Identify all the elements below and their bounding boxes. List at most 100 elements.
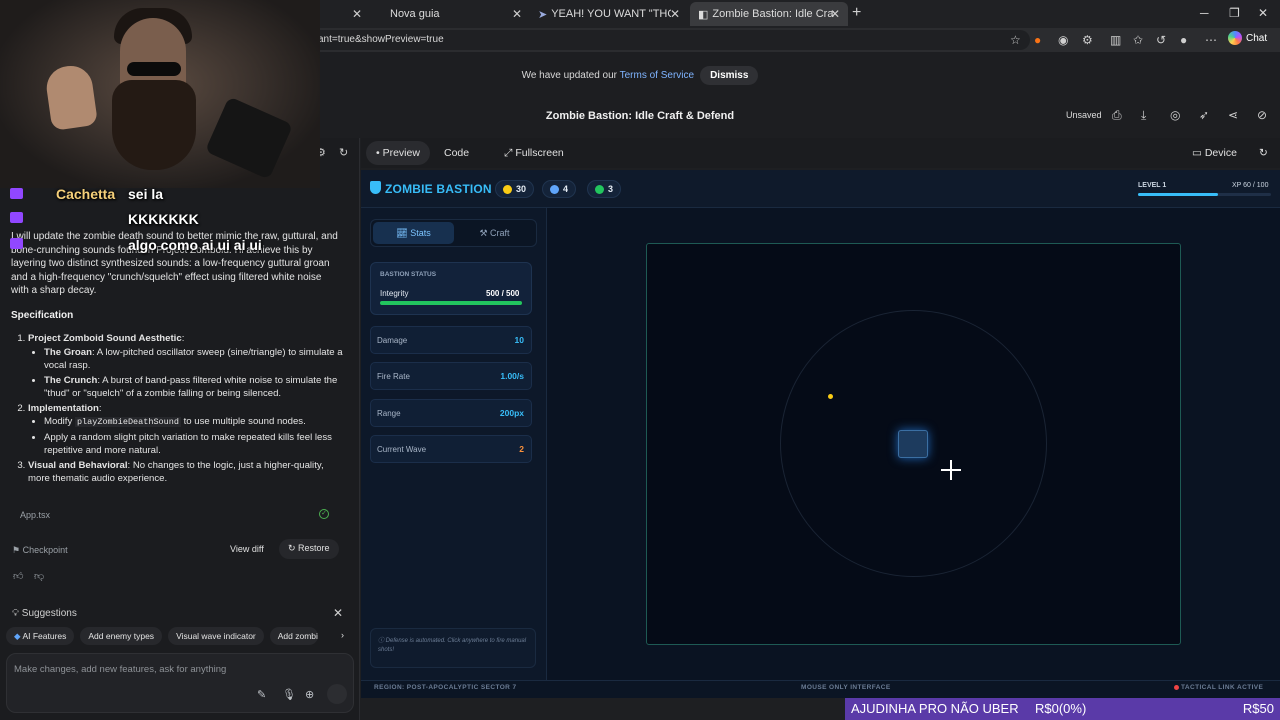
spec-subitem-text: Modify [44,416,75,427]
suggestion-chip[interactable]: Add enemy types [80,627,163,645]
spec-item: Project Zomboid Sound Aesthetic: The Gro… [28,332,346,401]
spec-subitem-title: The Crunch [44,374,98,386]
extension-icon[interactable]: ● [1034,33,1041,47]
code-snippet: playZombieDeathSound [74,417,181,427]
github-icon[interactable]: ◎ [1170,108,1180,122]
microphone [204,96,294,180]
bio-value: 3 [608,184,614,194]
close-icon[interactable]: ✕ [830,7,840,21]
browser-tab-1[interactable]: ✕ [330,2,370,26]
close-window-icon[interactable]: ✕ [1258,6,1268,20]
tab-code[interactable]: Code [434,141,479,165]
live-indicator-icon [1174,685,1179,690]
add-attachment-icon[interactable]: ⊕ [305,688,314,701]
tab-label: Nova guia [390,8,440,20]
suggestion-chips: ◆ AI Features Add enemy types Visual wav… [6,627,318,645]
magic-wand-icon[interactable]: ✎ [257,688,266,701]
history-icon[interactable]: ↺ [1156,33,1166,47]
browser-tab-2[interactable]: Nova guia ✕ [382,2,530,26]
twitch-icon [10,238,23,249]
refresh-icon[interactable]: ↻ [339,146,348,159]
restore-button[interactable]: ↻ Restore [279,539,339,559]
spec-subitem: Apply a random slight pitch variation to… [44,431,346,458]
profile-avatar-icon[interactable]: ● [1180,33,1187,47]
tab-fullscreen[interactable]: ⤢ Fullscreen [494,141,574,165]
chevron-right-icon[interactable]: › [341,630,344,640]
spec-subitem-text: to use multiple sound nodes. [180,416,306,427]
spec-subitem-title: The Groan [44,346,92,358]
favorites-icon[interactable]: ✩ [1133,33,1143,47]
stat-label: Range [377,409,401,418]
gem-value: 4 [563,184,569,194]
stat-label: Fire Rate [377,372,410,381]
donation-current: R$0(0%) [1035,701,1087,716]
microphone-icon[interactable]: 🎙︎ [282,688,296,701]
dot-icon: • [376,147,383,159]
download-icon[interactable]: ⤓ [1141,108,1146,123]
more-menu-icon[interactable]: ⋯ [1205,33,1217,47]
minimize-icon[interactable]: ─ [1200,6,1209,20]
thumbs-down-icon[interactable]: 👎︎ [34,570,44,582]
copilot-chat-button[interactable]: Chat [1228,31,1267,45]
terms-link[interactable]: Terms of Service [620,70,694,81]
extension-icon[interactable]: ⚙ [1082,33,1093,47]
changed-file[interactable]: App.tsx [20,510,50,520]
restore-icon: ↻ [288,543,299,553]
extension-icon[interactable]: ◉ [1058,33,1068,47]
dismiss-button[interactable]: Dismiss [700,66,759,85]
xp-bar-fill [1138,193,1218,196]
coin-icon [503,185,512,194]
browser-tab-3[interactable]: ➤YEAH! YOU WANT "THOSE GAMES,"✕ [530,2,688,26]
suggestion-chip[interactable]: ◆ AI Features [6,627,75,645]
close-icon[interactable]: ✕ [512,7,522,21]
close-suggestions-icon[interactable]: ✕ [333,606,343,620]
device-label: Device [1204,147,1237,159]
flag-icon: ⚑ [12,545,23,555]
suggestion-chip[interactable]: Visual wave indicator [168,627,264,645]
chat-overlay-message: KKKKKKK [128,211,199,227]
prompt-box[interactable] [6,653,354,713]
restore-label: Restore [298,543,330,553]
hide-icon[interactable]: ⊘ [1257,108,1267,122]
tab-stats[interactable]: 📈︎ Stats [373,222,454,244]
save-icon[interactable]: ⎙ [1112,108,1122,123]
tab-preview[interactable]: • Preview [366,141,430,165]
spec-subitem: The Crunch: A burst of band-pass filtere… [44,374,346,401]
deploy-rocket-icon[interactable]: ➶ [1199,108,1209,122]
spec-item-title: Implementation [28,402,99,414]
checkpoint-label: ⚑ Checkpoint [12,545,68,556]
close-icon[interactable]: ✕ [670,7,680,21]
browser-tab-active[interactable]: ◧Zombie Bastion: Idle Craft & D | G✕ [690,2,848,26]
chat-overlay-message: sei la [128,186,164,202]
restore-window-icon[interactable]: ❐ [1229,6,1240,20]
send-button[interactable] [327,684,347,704]
footer-region: REGION: POST-APOCALYPTIC SECTOR 7 [374,684,517,691]
suggestions-heading: 💡︎ Suggestions [12,608,77,619]
tab-label: YEAH! YOU WANT "THOSE GAMES," [551,8,671,20]
spec-item: Visual and Behavioral: No changes to the… [28,459,346,486]
close-icon[interactable]: ✕ [352,7,362,21]
url-input[interactable]: ant=true&showPreview=true [300,30,1030,50]
crosshair-cursor-icon [941,460,961,480]
prompt-input[interactable]: Make changes, add new features, ask for … [14,664,226,675]
xp-label: XP 60 / 100 [1232,182,1269,189]
donation-goal: R$50 [1242,701,1274,716]
spec-list: Project Zomboid Sound Aesthetic: The Gro… [16,332,346,487]
split-screen-icon[interactable]: ▥ [1110,33,1121,47]
stat-value: 1.00/s [500,371,524,381]
copilot-icon [1228,31,1242,45]
tab-craft[interactable]: ⚒ Craft [454,222,535,244]
device-button[interactable]: ▭ Device [1192,147,1237,159]
spec-heading: Specification [11,310,74,321]
shield-icon [370,181,381,194]
suggestion-chip[interactable]: Add zombie g [269,627,318,645]
tab-label: Zombie Bastion: Idle Craft & D | G [712,8,834,20]
favorite-star-icon[interactable]: ☆ [1010,33,1021,47]
thumbs-up-icon[interactable]: 👍︎ [13,570,23,582]
view-diff-button[interactable]: View diff [230,544,264,554]
reload-preview-icon[interactable]: ↻ [1259,147,1268,159]
new-tab-button[interactable]: + [852,4,861,22]
share-icon[interactable]: ⋖ [1228,108,1238,122]
level-label: LEVEL 1 [1138,182,1167,189]
sunglasses [127,62,181,76]
